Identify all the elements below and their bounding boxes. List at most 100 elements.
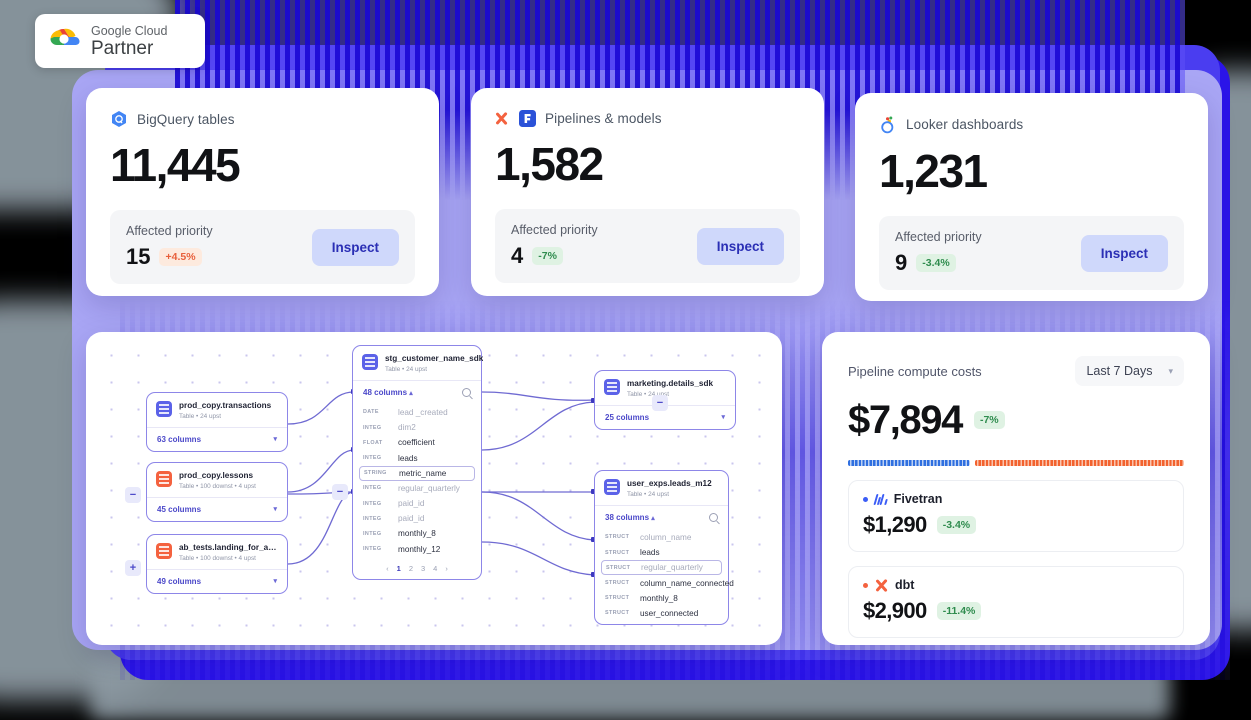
column-row-selected[interactable]: STRUCT regular_quarterly bbox=[601, 560, 722, 576]
stat-card-header: Pipelines & models bbox=[495, 110, 800, 127]
affected-priority-value: 9 bbox=[895, 250, 908, 275]
costs-header: Pipeline compute costs Last 7 Days ▾ bbox=[848, 356, 1184, 386]
stat-card-title: Pipelines & models bbox=[545, 111, 662, 126]
column-type: STRUCT bbox=[605, 580, 630, 586]
column-name: regular_quarterly bbox=[641, 563, 703, 573]
node-columns-toggle[interactable]: 38 columns ▴ bbox=[595, 504, 728, 529]
search-icon[interactable] bbox=[709, 512, 718, 522]
chevron-down-icon: ▾ bbox=[721, 414, 725, 422]
column-name: monthly_8 bbox=[398, 529, 436, 539]
column-row[interactable]: STRUCT column_name_connected bbox=[595, 575, 734, 590]
costs-total-delta: -7% bbox=[973, 411, 1005, 429]
node-columns-count: 63 columns bbox=[157, 434, 202, 444]
stat-card-looker: Looker dashboards 1,231 Affected priorit… bbox=[855, 93, 1208, 301]
vendor-card-fivetran[interactable]: Fivetran $1,290 -3.4% bbox=[848, 480, 1184, 552]
inspect-button[interactable]: Inspect bbox=[1080, 234, 1168, 272]
affected-priority-value: 15 bbox=[126, 244, 151, 269]
bigquery-icon bbox=[112, 111, 126, 127]
inspect-button[interactable]: Inspect bbox=[696, 227, 784, 265]
affected-priority-value: 4 bbox=[511, 243, 524, 268]
column-type: INTEG bbox=[363, 500, 382, 507]
node-meta: Table • 24 upst bbox=[627, 490, 670, 498]
pager-page-2[interactable]: 2 bbox=[409, 564, 413, 573]
column-name: user_connected bbox=[640, 608, 699, 618]
node-header: user_exps.leads_m12 Table • 24 upst bbox=[595, 471, 728, 505]
affected-priority-label: Affected priority bbox=[126, 224, 213, 238]
vendor-amount-row: $2,900 -11.4% bbox=[863, 598, 1169, 624]
lineage-node-prod-copy-lessons[interactable]: prod_copy.lessons Table • 100 downst • 4… bbox=[146, 462, 288, 522]
badge-line-1: Google Cloud bbox=[91, 23, 168, 38]
column-row[interactable]: INTEG paid_id bbox=[353, 511, 481, 526]
pipeline-compute-costs-card: Pipeline compute costs Last 7 Days ▾ $7,… bbox=[822, 332, 1210, 645]
node-columns-toggle[interactable]: 49 columns ▾ bbox=[147, 568, 287, 593]
badge-line-2: Partner bbox=[91, 38, 154, 60]
date-range-dropdown[interactable]: Last 7 Days ▾ bbox=[1075, 356, 1184, 386]
screenshot-root: Google Cloud Partner BigQuery tables 11,… bbox=[0, 0, 1251, 720]
pager-page-4[interactable]: 4 bbox=[433, 564, 437, 573]
collapse-button-left-mid[interactable]: − bbox=[125, 487, 141, 503]
column-row[interactable]: INTEG regular_quarterly bbox=[353, 481, 481, 496]
delta-badge: -7% bbox=[532, 247, 563, 265]
chevron-down-icon: ▾ bbox=[273, 436, 277, 444]
vendor-header: dbt bbox=[863, 578, 1169, 592]
column-row-selected[interactable]: STRING metric_name bbox=[359, 465, 475, 481]
stat-card-title: Looker dashboards bbox=[906, 117, 1024, 132]
column-row[interactable]: STRUCT column_name bbox=[595, 530, 728, 545]
vendor-name: dbt bbox=[895, 578, 915, 592]
vendor-name: Fivetran bbox=[893, 492, 943, 506]
column-type: STRUCT bbox=[605, 534, 630, 541]
stat-card-subpanel: Affected priority 15 +4.5% Inspect bbox=[110, 210, 415, 284]
stat-card-value: 11,445 bbox=[110, 139, 241, 191]
chevron-down-icon: ▾ bbox=[1168, 365, 1173, 376]
vendor-delta: -3.4% bbox=[936, 516, 977, 534]
column-type: INTEG bbox=[363, 515, 382, 522]
chevron-down-icon: ▾ bbox=[273, 578, 277, 586]
search-icon[interactable] bbox=[462, 387, 471, 397]
column-row[interactable]: DATE lead _created bbox=[353, 405, 481, 420]
node-columns-toggle[interactable]: 63 columns ▾ bbox=[147, 426, 287, 451]
column-name: monthly_12 bbox=[398, 544, 441, 554]
column-name: column_name_connected bbox=[640, 578, 734, 588]
chevron-down-icon: ▾ bbox=[273, 506, 277, 514]
lineage-node-stg-customer-name-sdk[interactable]: stg_customer_name_sdk Table • 24 upst 48… bbox=[352, 345, 483, 580]
pager-page-3[interactable]: 3 bbox=[421, 564, 425, 573]
column-name: paid_id bbox=[398, 499, 425, 509]
lineage-node-prod-copy-transactions[interactable]: prod_copy.transactions Table • 24 upst 6… bbox=[146, 392, 288, 452]
column-row[interactable]: STRUCT monthly_8 bbox=[595, 591, 728, 606]
column-row[interactable]: STRUCT user_connected bbox=[595, 606, 728, 621]
stat-card-value: 1,231 bbox=[879, 145, 988, 197]
column-row[interactable]: INTEG paid_id bbox=[353, 496, 481, 511]
node-columns-toggle[interactable]: 45 columns ▾ bbox=[147, 496, 287, 521]
column-type: INTEG bbox=[363, 530, 382, 537]
cost-share-segment-fivetran bbox=[848, 460, 971, 466]
column-pagination[interactable]: ‹ 1 2 3 4 › bbox=[353, 560, 481, 579]
column-row[interactable]: INTEG monthly_12 bbox=[353, 542, 481, 557]
column-type: DATE bbox=[363, 409, 379, 416]
inspect-button[interactable]: Inspect bbox=[311, 228, 399, 266]
expand-button-left-bottom[interactable]: + bbox=[125, 560, 141, 576]
column-row[interactable]: STRUCT leads bbox=[595, 545, 728, 560]
node-columns-toggle[interactable]: 48 columns ▴ bbox=[353, 379, 481, 404]
node-header: prod_copy.lessons Table • 100 downst • 4… bbox=[147, 463, 287, 497]
node-header: ab_tests.landing_for_ab_ge... Table • 10… bbox=[147, 535, 287, 569]
vendor-card-dbt[interactable]: dbt $2,900 -11.4% bbox=[848, 566, 1184, 638]
node-meta: Table • 100 downst • 4 upst bbox=[179, 554, 256, 562]
column-row[interactable]: FLOAT coefficient bbox=[353, 435, 481, 450]
lineage-node-user-exps-leads-m12[interactable]: user_exps.leads_m12 Table • 24 upst 38 c… bbox=[594, 470, 734, 625]
node-meta: Table • 24 upst bbox=[385, 365, 428, 373]
pager-prev[interactable]: ‹ bbox=[386, 564, 389, 573]
column-row[interactable]: INTEG monthly_8 bbox=[353, 526, 481, 541]
pager-page-1[interactable]: 1 bbox=[397, 564, 401, 573]
vendor-amount-row: $1,290 -3.4% bbox=[863, 512, 1169, 538]
costs-total-row: $7,894 -7% bbox=[848, 400, 1184, 440]
collapse-button-center[interactable]: − bbox=[332, 484, 348, 500]
column-name: metric_name bbox=[399, 468, 447, 478]
lineage-node-ab-tests-landing[interactable]: ab_tests.landing_for_ab_ge... Table • 10… bbox=[146, 534, 288, 594]
dbt-icon bbox=[495, 112, 508, 125]
collapse-button-right[interactable]: − bbox=[652, 395, 668, 411]
lineage-graph-panel[interactable]: prod_copy.transactions Table • 24 upst 6… bbox=[86, 332, 782, 645]
pager-next[interactable]: › bbox=[445, 564, 448, 573]
column-row[interactable]: INTEG leads bbox=[353, 450, 481, 465]
fivetran-icon bbox=[519, 110, 536, 127]
column-row[interactable]: INTEG dim2 bbox=[353, 420, 481, 435]
